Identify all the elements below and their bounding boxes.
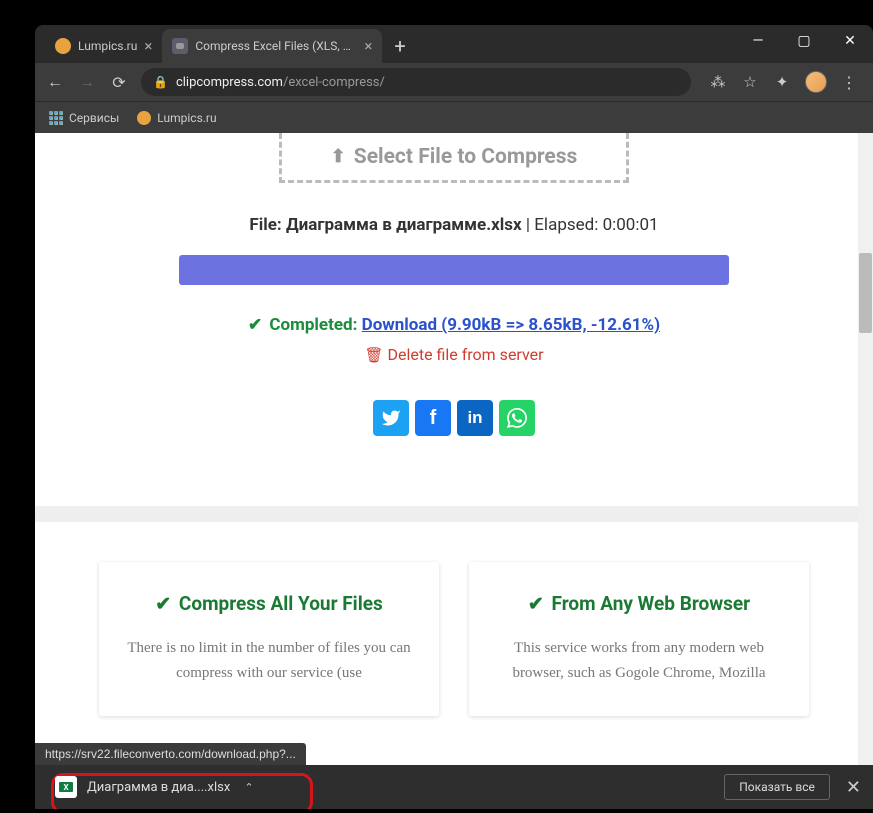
apps-icon [49,111,63,125]
check-icon: ✔ [248,315,262,335]
tab-title: Lumpics.ru [78,39,137,53]
extensions-icon[interactable]: ✦ [773,73,791,91]
bookmark-label: Lumpics.ru [157,111,216,125]
check-icon: ✔ [155,592,171,615]
browser-window: Lumpics.ru × Compress Excel Files (XLS, … [35,25,873,809]
translate-icon[interactable]: ⁂ [709,73,727,91]
elapsed-label: | Elapsed: [522,215,603,235]
card-text: This service works from any modern web b… [491,636,787,686]
trash-icon: 🗑 [364,346,383,364]
tab-compress[interactable]: Compress Excel Files (XLS, XLSX, × [162,29,382,63]
url-host: clipcompress.com [176,75,283,90]
show-all-button[interactable]: Показать все [724,774,830,800]
apps-button[interactable]: Сервисы [49,111,119,125]
favicon-icon [55,38,71,54]
card-text: There is no limit in the number of files… [121,636,417,686]
delete-row[interactable]: 🗑 Delete file from server [35,345,873,364]
downloads-actions: Показать все ✕ [724,774,861,800]
download-filename: Диаграмма в диа....xlsx [87,780,230,795]
feature-cards: ✔ Compress All Your Files There is no li… [35,522,873,716]
facebook-button[interactable]: f [415,400,451,436]
menu-button[interactable]: ⋮ [841,73,857,92]
twitter-button[interactable] [373,400,409,436]
minimize-button[interactable]: ― [735,25,781,57]
tab-lumpics[interactable]: Lumpics.ru × [45,29,162,63]
nav-toolbar: ← → ⟳ 🔒 clipcompress.com/excel-compress/… [35,63,873,101]
download-item[interactable]: Диаграмма в диа....xlsx ⌃ [47,772,262,802]
forward-button[interactable]: → [77,72,97,92]
address-bar[interactable]: 🔒 clipcompress.com/excel-compress/ [141,68,691,96]
file-prefix: File: [249,215,286,235]
delete-label: Delete file from server [387,345,543,364]
favicon-icon [172,38,188,54]
completed-label: Completed: [269,315,361,335]
scrollbar-thumb[interactable] [859,253,872,333]
excel-file-icon [55,776,77,798]
close-icon[interactable]: ✕ [846,777,861,798]
downloads-bar: Диаграмма в диа....xlsx ⌃ Показать все ✕ [35,765,873,809]
back-button[interactable]: ← [45,72,65,92]
social-share: f in [35,400,873,436]
bookmark-label: Сервисы [69,111,119,125]
window-controls: ― ▢ ✕ [735,25,873,57]
bookmark-lumpics[interactable]: Lumpics.ru [137,111,216,125]
reload-button[interactable]: ⟳ [109,73,129,92]
linkedin-button[interactable]: in [457,400,493,436]
check-icon: ✔ [528,592,544,615]
close-icon[interactable]: × [144,39,152,54]
new-tab-button[interactable]: + [382,34,417,58]
file-name: Диаграмма в диаграмме.xlsx [286,215,522,235]
content-area: ⬆ Select File to Compress File: Диаграмм… [35,133,873,809]
progress-bar [179,255,729,285]
star-icon[interactable]: ☆ [741,73,759,91]
status-bar-link: https://srv22.fileconverto.com/download.… [35,743,306,765]
favicon-icon [137,111,151,125]
whatsapp-button[interactable] [499,400,535,436]
tab-title: Compress Excel Files (XLS, XLSX, [195,39,357,53]
card-title: ✔ Compress All Your Files [121,592,417,616]
card-title: ✔ From Any Web Browser [491,592,787,616]
close-button[interactable]: ✕ [827,25,873,57]
maximize-button[interactable]: ▢ [781,25,827,57]
page-viewport[interactable]: ⬆ Select File to Compress File: Диаграмм… [35,133,873,765]
tab-strip: Lumpics.ru × Compress Excel Files (XLS, … [45,29,735,63]
upload-icon: ⬆ [331,146,346,167]
elapsed-value: 0:00:01 [603,215,659,235]
close-icon[interactable]: × [364,39,372,54]
download-link[interactable]: Download (9.90kB => 8.65kB, -12.61%) [362,315,660,335]
lock-icon: 🔒 [153,75,168,89]
dropzone-label: Select File to Compress [354,145,578,169]
titlebar: Lumpics.ru × Compress Excel Files (XLS, … [35,25,873,63]
file-info: File: Диаграмма в диаграмме.xlsx | Elaps… [35,215,873,235]
file-dropzone[interactable]: ⬆ Select File to Compress [279,133,629,183]
profile-avatar[interactable] [805,71,827,93]
section-divider [35,506,873,522]
bookmarks-bar: Сервисы Lumpics.ru [35,101,873,133]
page-body: ⬆ Select File to Compress File: Диаграмм… [35,133,873,716]
card-compress-all: ✔ Compress All Your Files There is no li… [99,562,439,716]
card-any-browser: ✔ From Any Web Browser This service work… [469,562,809,716]
extension-area: ⁂ ☆ ✦ ⋮ [703,71,863,93]
completed-row: ✔ Completed: Download (9.90kB => 8.65kB,… [35,315,873,335]
scrollbar[interactable] [858,133,873,765]
chevron-up-icon[interactable]: ⌃ [244,781,253,794]
url-path: /excel-compress/ [283,75,385,90]
